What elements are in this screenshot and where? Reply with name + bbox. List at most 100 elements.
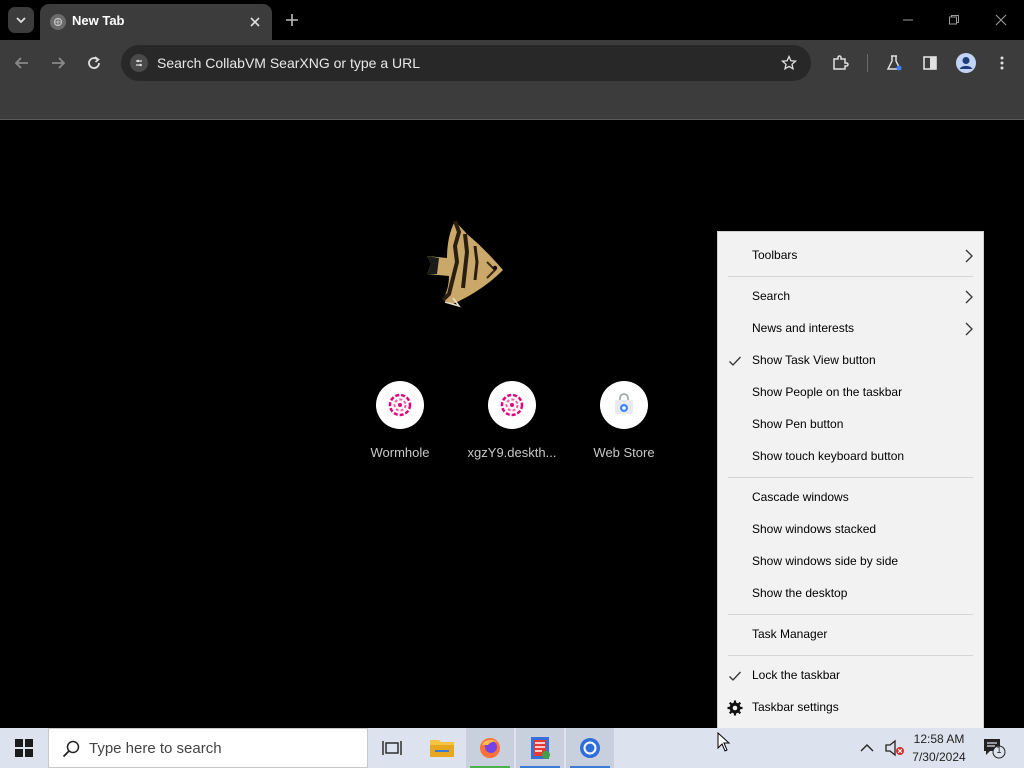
taskbar-app-file-explorer[interactable] [418, 728, 466, 768]
shortcut-label: Web Store [593, 445, 655, 460]
wormhole-icon [488, 381, 536, 429]
restore-button[interactable] [940, 6, 968, 34]
search-icon [62, 740, 80, 758]
tab-new-tab[interactable]: New Tab [40, 4, 272, 40]
tab-search-button[interactable] [8, 7, 34, 33]
shortcut-tile[interactable]: Wormhole [344, 379, 456, 469]
menu-item-show-desktop[interactable]: Show the desktop [718, 580, 983, 608]
menu-item-label: Show windows side by side [752, 554, 899, 568]
browser-menu-button[interactable] [988, 49, 1016, 77]
menu-item-task-manager[interactable]: Task Manager [718, 621, 983, 649]
kebab-menu-icon [1000, 56, 1004, 70]
minimize-icon [903, 19, 913, 21]
clock-time: 12:58 AM [913, 732, 965, 746]
menu-item-show-task-view-button[interactable]: Show Task View button [718, 347, 983, 375]
tab-title: New Tab [72, 13, 125, 28]
close-icon [995, 14, 1007, 26]
task-view-icon [382, 741, 402, 755]
menu-item-label: Show Task View button [752, 353, 876, 367]
back-button[interactable] [8, 49, 36, 77]
close-icon [250, 17, 260, 27]
notification-count: 1 [996, 745, 1002, 755]
shortcut-tile[interactable]: Web Store [568, 379, 680, 469]
tab-strip: New Tab [0, 0, 1024, 40]
extensions-button[interactable] [826, 49, 854, 77]
notification-icon [984, 739, 1006, 759]
chrome-icon [580, 738, 600, 758]
menu-item-label: Show People on the taskbar [752, 385, 903, 399]
menu-item-label: Task Manager [752, 627, 828, 641]
new-tab-button[interactable] [281, 9, 303, 31]
menu-separator [728, 477, 973, 478]
address-bar-placeholder: Search CollabVM SearXNG or type a URL [157, 55, 420, 71]
labs-button[interactable] [880, 49, 908, 77]
menu-item-lock-taskbar[interactable]: Lock the taskbar [718, 662, 983, 690]
address-bar[interactable]: Search CollabVM SearXNG or type a URL [121, 45, 811, 81]
taskbar-search-box[interactable]: Type here to search [48, 728, 368, 768]
clock-date: 7/30/2024 [912, 750, 966, 764]
profile-button[interactable] [952, 49, 980, 77]
menu-item-windows-stacked[interactable]: Show windows stacked [718, 516, 983, 544]
action-center-button[interactable]: 1 [980, 736, 1008, 760]
site-info-icon[interactable] [130, 54, 148, 72]
start-button[interactable] [0, 728, 48, 768]
gear-icon [727, 700, 743, 716]
menu-item-taskbar-settings[interactable]: Taskbar settings [718, 694, 983, 722]
side-panel-icon [923, 56, 937, 70]
menu-item-label: Show Pen button [752, 417, 844, 431]
menu-item-show-touch-keyboard[interactable]: Show touch keyboard button [718, 443, 983, 471]
shortcut-tile[interactable]: xgzY9.deskth... [456, 379, 568, 469]
taskbar-app[interactable] [516, 728, 564, 768]
window-close-button[interactable] [987, 6, 1015, 34]
menu-separator [728, 614, 973, 615]
taskbar-app-chrome[interactable] [566, 728, 614, 768]
wormhole-icon [376, 381, 424, 429]
menu-separator [728, 276, 973, 277]
menu-item-label: Show touch keyboard button [752, 449, 905, 463]
forward-button[interactable] [44, 49, 72, 77]
firefox-icon [480, 738, 500, 758]
taskbar-app-firefox[interactable] [466, 728, 514, 768]
chrome-globe-icon [50, 14, 66, 30]
task-view-button[interactable] [368, 728, 416, 768]
menu-item-news-and-interests[interactable]: News and interests [718, 315, 983, 343]
menu-item-cascade-windows[interactable]: Cascade windows [718, 484, 983, 512]
menu-item-label: Show the desktop [752, 586, 848, 600]
menu-item-label: News and interests [752, 321, 855, 335]
bookmark-star-button[interactable] [777, 52, 801, 74]
menu-item-label: Cascade windows [752, 490, 849, 504]
windows-logo-icon [15, 739, 33, 757]
volume-button[interactable] [884, 739, 906, 757]
chevron-right-icon [965, 322, 973, 336]
back-arrow-icon [14, 57, 28, 69]
reload-button[interactable] [80, 49, 108, 77]
menu-item-show-people[interactable]: Show People on the taskbar [718, 379, 983, 407]
chevron-down-icon [16, 17, 26, 24]
side-panel-button[interactable] [916, 49, 944, 77]
menu-item-label: Taskbar settings [752, 700, 839, 714]
puzzle-icon [833, 55, 849, 70]
shortcut-label: Wormhole [370, 445, 430, 460]
profile-icon [956, 53, 976, 73]
menu-item-label: Toolbars [752, 248, 798, 262]
mouse-cursor-icon [717, 732, 731, 752]
forward-arrow-icon [52, 57, 66, 69]
show-hidden-icons-button[interactable] [860, 740, 878, 756]
menu-item-search[interactable]: Search [718, 283, 983, 311]
taskbar-search-placeholder: Type here to search [89, 740, 222, 757]
angelfish-logo [427, 220, 503, 308]
speaker-muted-icon [885, 739, 904, 757]
menu-item-windows-side-by-side[interactable]: Show windows side by side [718, 548, 983, 576]
reload-icon [88, 56, 100, 69]
minimize-button[interactable] [894, 6, 922, 34]
chevron-right-icon [965, 249, 973, 263]
shortcut-label: xgzY9.deskth... [467, 445, 557, 460]
checkmark-icon [729, 671, 741, 681]
menu-item-show-pen-button[interactable]: Show Pen button [718, 411, 983, 439]
file-explorer-icon [430, 740, 454, 757]
taskbar-context-menu: Toolbars Search News and interests Show … [717, 231, 984, 733]
tab-close-button[interactable] [245, 12, 265, 32]
browser-toolbar: Search CollabVM SearXNG or type a URL [0, 40, 1024, 86]
menu-item-toolbars[interactable]: Toolbars [718, 242, 983, 270]
bookmark-bar [0, 86, 1024, 120]
